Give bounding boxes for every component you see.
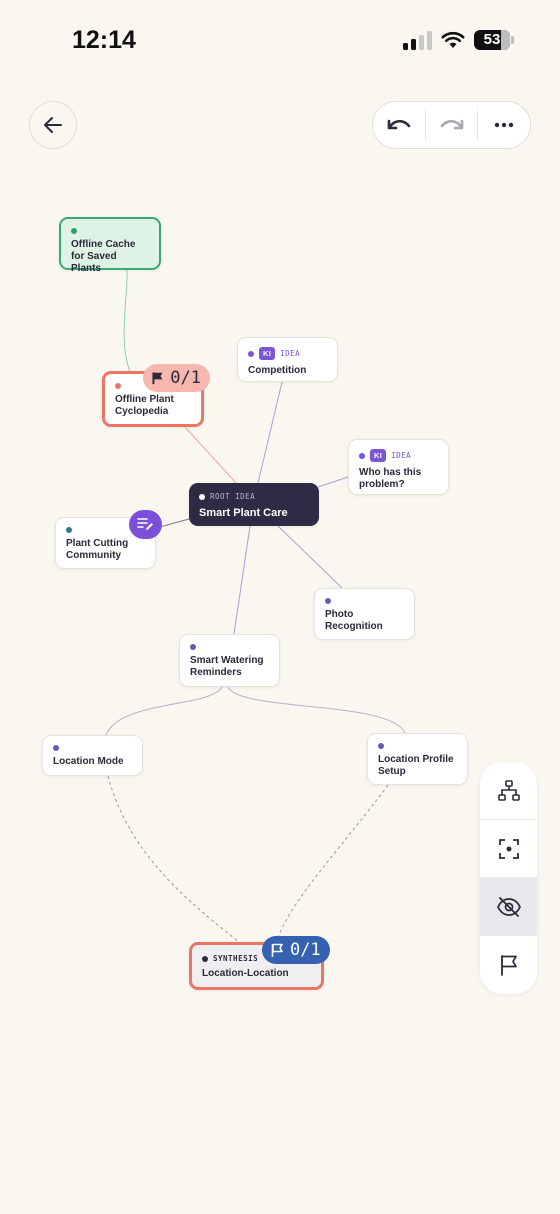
node-title: Location Mode <box>53 756 124 767</box>
edge-whohas-root <box>317 476 349 488</box>
node-dot <box>53 745 59 751</box>
flag-count: 0/1 <box>290 940 321 960</box>
idea-node-photo-recognition[interactable]: Photo Recognition <box>314 588 415 640</box>
node-dot <box>71 228 77 234</box>
edge-cyclopedia-root <box>184 426 237 484</box>
edge-locationprofile-synthesis <box>275 784 389 944</box>
flag-count-badge[interactable]: 0/1 <box>262 936 330 964</box>
edge-watering-root <box>233 525 251 635</box>
node-title: Offline Plant Cyclopedia <box>115 394 174 417</box>
hierarchy-icon <box>497 779 520 801</box>
node-dot <box>325 598 331 604</box>
node-tag: ROOT IDEA <box>210 492 256 501</box>
focus-button[interactable] <box>480 820 537 878</box>
node-tag: SYNTHESIS <box>213 954 259 963</box>
idea-node-location-mode[interactable]: Location Mode <box>42 735 143 776</box>
mind-map-edges <box>105 268 406 944</box>
node-dot <box>202 955 208 962</box>
node-dot <box>359 452 365 459</box>
flag-icon <box>500 955 517 976</box>
node-title: Who has this problem? <box>359 467 422 490</box>
node-title: Offline Cache for Saved Plants <box>71 239 136 274</box>
focus-icon <box>498 838 519 859</box>
idea-node-who-has-problem[interactable]: KI IDEA Who has this problem? <box>348 439 449 495</box>
node-dot <box>190 644 196 650</box>
node-tag: IDEA <box>391 451 412 460</box>
ki-badge: KI <box>370 449 387 462</box>
node-dot <box>199 493 205 500</box>
node-title: Competition <box>248 365 307 376</box>
flag-outline-icon <box>271 943 283 957</box>
note-edit-icon <box>137 518 153 530</box>
node-dot <box>378 743 384 749</box>
edge-cache-cyclopedia <box>123 268 131 373</box>
node-tag: IDEA <box>280 349 301 358</box>
flag-filter-button[interactable] <box>480 936 537 994</box>
edge-watering-locationmode <box>105 686 223 736</box>
note-badge[interactable] <box>129 510 162 539</box>
node-dot <box>248 350 254 357</box>
flag-count: 0/1 <box>170 368 201 388</box>
root-idea-node[interactable]: ROOT IDEA Smart Plant Care <box>189 483 319 526</box>
idea-node-competition[interactable]: KI IDEA Competition <box>237 337 338 382</box>
node-title: Plant Cutting Community <box>66 538 129 561</box>
edge-watering-locationprofile <box>227 686 406 734</box>
idea-node-location-profile[interactable]: Location Profile Setup <box>367 733 468 785</box>
node-title: Photo Recognition <box>325 609 383 632</box>
node-dot <box>115 383 121 389</box>
node-title: Smart Watering Reminders <box>190 655 264 678</box>
eye-off-icon <box>496 896 521 917</box>
edge-photo-root <box>277 525 343 589</box>
node-dot <box>66 527 72 533</box>
node-title: Location-Location <box>202 968 289 979</box>
flag-filled-icon <box>152 372 163 385</box>
hierarchy-layout-button[interactable] <box>480 762 537 820</box>
idea-node-offline-cache[interactable]: Offline Cache for Saved Plants <box>59 217 161 274</box>
edge-locationmode-synthesis <box>107 775 241 944</box>
edge-competition-root <box>257 381 283 484</box>
flag-count-badge[interactable]: 0/1 <box>143 364 210 392</box>
canvas-side-toolbar <box>480 762 537 994</box>
idea-node-smart-watering[interactable]: Smart Watering Reminders <box>179 634 280 687</box>
visibility-toggle-button[interactable] <box>480 878 537 936</box>
node-title: Location Profile Setup <box>378 754 454 777</box>
ki-badge: KI <box>259 347 276 360</box>
node-title: Smart Plant Care <box>199 507 288 519</box>
